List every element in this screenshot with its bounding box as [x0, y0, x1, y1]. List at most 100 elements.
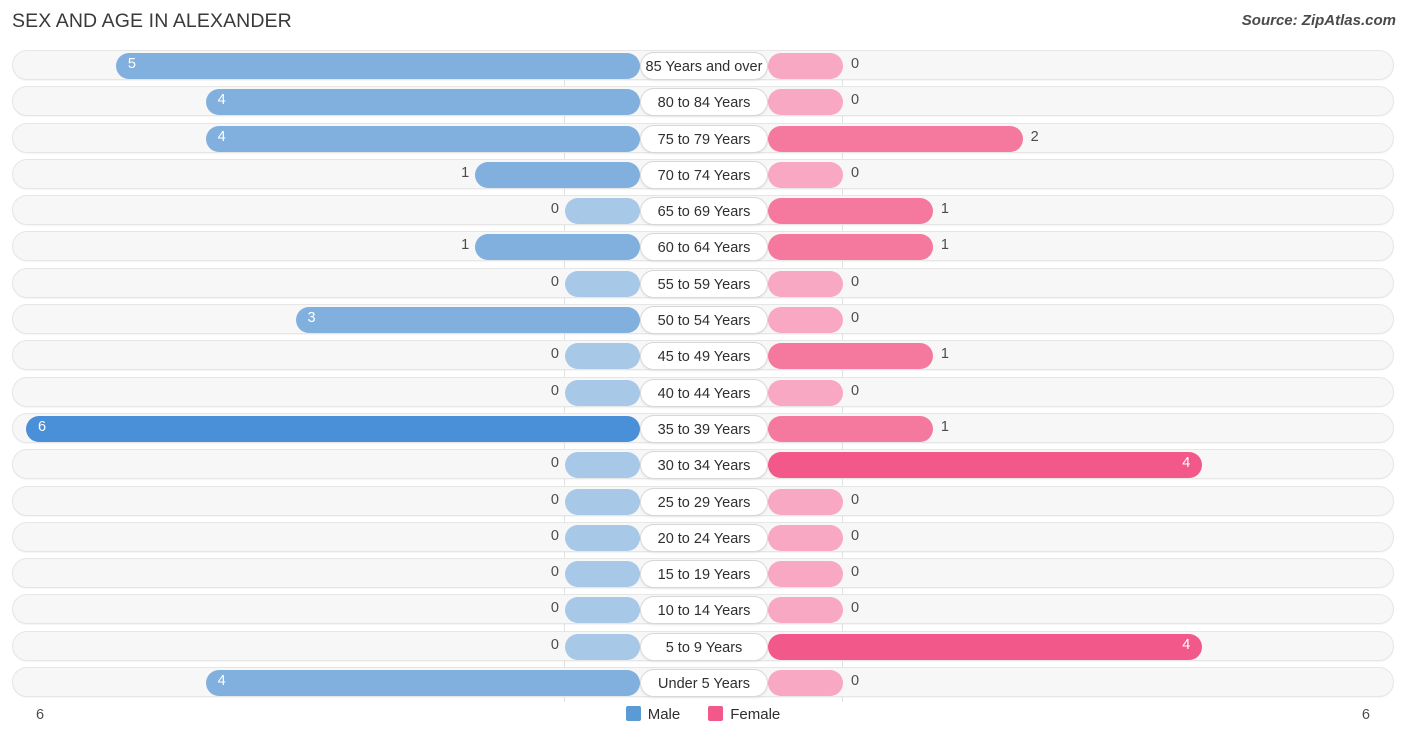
age-group-row-list: 5 0 85 Years and over 4 0 80 to 84 Years 4 2 75 … — [0, 50, 1406, 703]
male-bar[interactable] — [565, 270, 640, 297]
female-bar[interactable] — [768, 161, 843, 188]
age-group-label: 20 to 24 Years — [640, 523, 768, 552]
age-group-label: 85 Years and over — [640, 52, 768, 80]
female-value-label: 0 — [851, 310, 860, 327]
female-bar[interactable] — [768, 307, 843, 334]
age-group-label: 10 to 14 Years — [640, 596, 768, 625]
male-value-label: 0 — [550, 455, 559, 472]
female-bar[interactable] — [768, 379, 843, 406]
female-bar[interactable] — [768, 561, 843, 588]
table-row[interactable]: 4 0 80 to 84 Years — [12, 86, 1394, 117]
male-value-label: 1 — [461, 164, 470, 181]
male-bar[interactable] — [475, 161, 640, 188]
female-value-label: 2 — [1030, 128, 1039, 145]
female-value-label: 1 — [940, 346, 949, 363]
male-value-label: 0 — [550, 600, 559, 617]
male-value-label: 3 — [307, 310, 316, 327]
male-value-label: 6 — [38, 418, 47, 435]
age-group-label: 65 to 69 Years — [640, 197, 768, 226]
female-bar[interactable] — [768, 198, 933, 225]
female-bar[interactable] — [768, 488, 843, 515]
female-value-label: 0 — [851, 527, 860, 544]
male-bar[interactable] — [205, 125, 640, 152]
table-row[interactable]: 1 0 70 to 74 Years — [12, 158, 1394, 189]
male-bar[interactable] — [565, 633, 640, 660]
table-row[interactable]: 0 0 55 to 59 Years — [12, 267, 1394, 298]
male-value-label: 0 — [550, 636, 559, 653]
female-value-label: 1 — [940, 201, 949, 218]
age-group-label: 25 to 29 Years — [640, 487, 768, 516]
female-bar[interactable] — [768, 633, 1203, 660]
table-row[interactable]: 4 0 Under 5 Years — [12, 667, 1394, 698]
age-group-label: 45 to 49 Years — [640, 342, 768, 371]
male-bar[interactable] — [565, 452, 640, 479]
female-bar[interactable] — [768, 270, 843, 297]
table-row[interactable]: 0 1 45 to 49 Years — [12, 340, 1394, 371]
male-bar[interactable] — [115, 53, 640, 79]
male-value-label: 0 — [550, 491, 559, 508]
male-bar[interactable] — [565, 488, 640, 515]
female-value-label: 0 — [851, 600, 860, 617]
male-bar[interactable] — [565, 343, 640, 370]
age-group-label: 80 to 84 Years — [640, 88, 768, 117]
male-bar[interactable] — [26, 415, 640, 442]
table-row[interactable]: 0 0 15 to 19 Years — [12, 558, 1394, 589]
table-row[interactable]: 5 0 85 Years and over — [12, 50, 1394, 80]
male-bar[interactable] — [565, 198, 640, 225]
male-value-label: 4 — [217, 128, 226, 145]
age-group-label: 30 to 34 Years — [640, 451, 768, 480]
table-row[interactable]: 3 0 50 to 54 Years — [12, 304, 1394, 335]
male-bar[interactable] — [565, 524, 640, 551]
female-value-label: 0 — [851, 273, 860, 290]
female-bar[interactable] — [768, 670, 843, 697]
legend-item-male[interactable]: Male — [625, 706, 680, 723]
age-group-label: 15 to 19 Years — [640, 560, 768, 589]
source-attribution: Source: ZipAtlas.com — [1241, 12, 1396, 29]
male-value-label: 4 — [217, 92, 226, 109]
female-bar[interactable] — [768, 89, 843, 116]
age-group-label: 70 to 74 Years — [640, 160, 768, 189]
male-value-label: 5 — [127, 56, 136, 72]
male-bar[interactable] — [295, 307, 640, 334]
female-value-label: 0 — [851, 164, 860, 181]
table-row[interactable]: 0 4 5 to 9 Years — [12, 630, 1394, 661]
page-title: SEX AND AGE IN ALEXANDER — [12, 10, 292, 32]
female-bar[interactable] — [768, 343, 933, 370]
table-row[interactable]: 0 4 30 to 34 Years — [12, 449, 1394, 480]
table-row[interactable]: 0 0 25 to 29 Years — [12, 485, 1394, 516]
age-group-label: 75 to 79 Years — [640, 124, 768, 153]
male-bar[interactable] — [205, 89, 640, 116]
male-bar[interactable] — [205, 670, 640, 697]
table-row[interactable]: 0 0 40 to 44 Years — [12, 376, 1394, 407]
female-bar[interactable] — [768, 452, 1203, 479]
age-group-label: 60 to 64 Years — [640, 233, 768, 262]
legend-item-female[interactable]: Female — [708, 706, 780, 723]
female-value-label: 4 — [1182, 636, 1191, 653]
female-bar[interactable] — [768, 125, 1023, 152]
female-bar[interactable] — [768, 524, 843, 551]
table-row[interactable]: 6 1 35 to 39 Years — [12, 412, 1394, 443]
male-bar[interactable] — [565, 597, 640, 624]
male-bar[interactable] — [565, 379, 640, 406]
female-value-label: 0 — [851, 673, 860, 690]
male-bar[interactable] — [475, 234, 640, 261]
table-row[interactable]: 0 1 65 to 69 Years — [12, 195, 1394, 226]
female-value-label: 4 — [1182, 455, 1191, 472]
male-value-label: 1 — [461, 237, 470, 254]
male-bar[interactable] — [565, 561, 640, 588]
legend-swatch-female — [708, 706, 724, 721]
male-value-label: 0 — [550, 382, 559, 399]
female-bar[interactable] — [768, 597, 843, 624]
female-bar[interactable] — [768, 53, 843, 79]
table-row[interactable]: 0 0 10 to 14 Years — [12, 594, 1394, 625]
table-row[interactable]: 1 1 60 to 64 Years — [12, 231, 1394, 262]
female-value-label: 0 — [851, 491, 860, 508]
chart-legend: Male Female — [0, 706, 1406, 723]
male-value-label: 0 — [550, 201, 559, 218]
male-value-label: 0 — [550, 346, 559, 363]
table-row[interactable]: 4 2 75 to 79 Years — [12, 122, 1394, 153]
female-bar[interactable] — [768, 234, 933, 261]
table-row[interactable]: 0 0 20 to 24 Years — [12, 521, 1394, 552]
female-value-label: 1 — [940, 418, 949, 435]
female-bar[interactable] — [768, 415, 933, 442]
